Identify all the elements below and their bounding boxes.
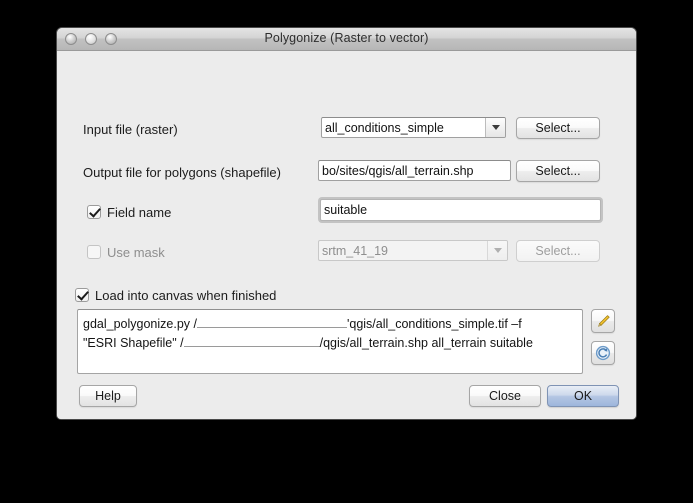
use-mask-select-button: Select...	[516, 240, 600, 262]
input-file-combobox[interactable]: all_conditions_simple	[321, 117, 506, 138]
ok-button[interactable]: OK	[547, 385, 619, 407]
dialog-footer: Help Close OK	[57, 385, 636, 409]
field-name-checkbox-row[interactable]: Field name	[87, 201, 171, 223]
use-mask-label: Use mask	[107, 244, 165, 260]
help-button[interactable]: Help	[79, 385, 137, 407]
field-name-label: Field name	[107, 204, 172, 220]
command-line-1: gdal_polygonize.py / 'qgis/all_condition…	[83, 314, 577, 333]
output-file-label-row: Output file for polygons (shapefile)	[83, 161, 281, 183]
load-canvas-label: Load into canvas when finished	[95, 287, 277, 303]
output-file-label: Output file for polygons (shapefile)	[83, 164, 281, 180]
input-file-label-row: Input file (raster)	[83, 118, 178, 140]
redacted-path-2	[183, 333, 320, 347]
use-mask-value: srtm_41_19	[322, 243, 389, 258]
reset-command-button[interactable]	[591, 341, 615, 365]
close-button[interactable]: Close	[469, 385, 541, 407]
input-file-value: all_conditions_simple	[325, 120, 444, 135]
use-mask-combobox: srtm_41_19	[318, 240, 508, 261]
field-name-input[interactable]: suitable	[320, 199, 601, 221]
input-file-label: Input file (raster)	[83, 121, 178, 137]
command-line-1-prefix: gdal_polygonize.py /	[83, 317, 197, 331]
dialog-body: Input file (raster) all_conditions_simpl…	[57, 51, 636, 419]
output-file-select-button[interactable]: Select...	[516, 160, 600, 182]
pencil-icon	[597, 314, 610, 327]
window-title: Polygonize (Raster to vector)	[264, 31, 429, 45]
redacted-path-1	[196, 314, 347, 328]
field-name-checkbox[interactable]	[87, 205, 101, 219]
load-canvas-checkbox-row[interactable]: Load into canvas when finished	[75, 284, 276, 306]
command-line-2-suffix: /qgis/all_terrain.shp all_terrain suitab…	[319, 336, 533, 350]
use-mask-checkbox-row[interactable]: Use mask	[87, 241, 165, 263]
use-mask-checkbox[interactable]	[87, 245, 101, 259]
title-bar[interactable]: Polygonize (Raster to vector)	[57, 28, 636, 51]
command-line-2: "ESRI Shapefile" / /qgis/all_terrain.shp…	[83, 333, 577, 352]
chevron-down-icon	[487, 241, 507, 260]
load-canvas-checkbox[interactable]	[75, 288, 89, 302]
output-file-input[interactable]: bo/sites/qgis/all_terrain.shp	[318, 160, 511, 181]
input-file-select-button[interactable]: Select...	[516, 117, 600, 139]
edit-command-button[interactable]	[591, 309, 615, 333]
chevron-down-icon[interactable]	[485, 118, 505, 137]
refresh-icon	[595, 345, 611, 361]
polygonize-dialog: Polygonize (Raster to vector) Input file…	[56, 27, 637, 420]
command-line-2-prefix: "ESRI Shapefile" /	[83, 336, 184, 350]
command-line-1-suffix: 'qgis/all_conditions_simple.tif –f	[346, 317, 522, 331]
command-preview-textarea[interactable]: gdal_polygonize.py / 'qgis/all_condition…	[77, 309, 583, 374]
